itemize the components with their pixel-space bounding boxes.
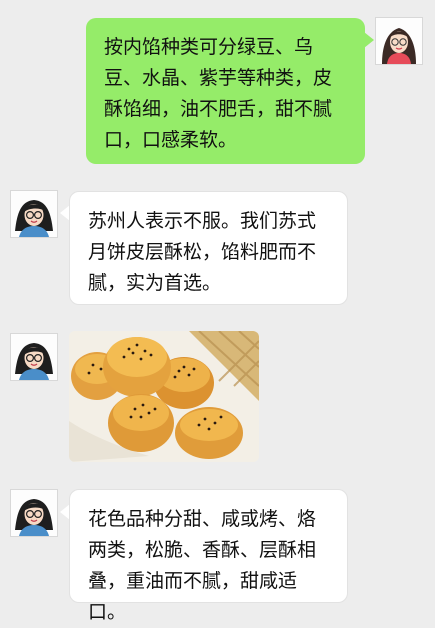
male-avatar-icon	[11, 191, 57, 237]
mooncake-photo[interactable]	[69, 331, 259, 462]
mooncake-image	[69, 331, 259, 462]
bubble-tail	[364, 32, 374, 48]
message-bubble-sent[interactable]: 按内馅种类可分绿豆、乌豆、水晶、紫芋等种类，皮酥馅细，油不肥舌，甜不腻口，口感柔…	[86, 18, 365, 164]
female-avatar[interactable]	[375, 17, 423, 65]
male-avatar[interactable]	[10, 190, 58, 238]
male-avatar[interactable]	[10, 489, 58, 537]
male-avatar-icon	[11, 490, 57, 536]
message-bubble-received[interactable]: 苏州人表示不服。我们苏式月饼皮层酥松，馅料肥而不腻，实为首选。	[69, 191, 348, 305]
male-avatar[interactable]	[10, 333, 58, 381]
female-avatar-icon	[376, 18, 422, 64]
message-bubble-received[interactable]: 花色品种分甜、咸或烤、烙两类，松脆、香酥、层酥相叠，重油而不腻，甜咸适口。	[69, 489, 348, 623]
male-avatar-icon	[11, 334, 57, 380]
